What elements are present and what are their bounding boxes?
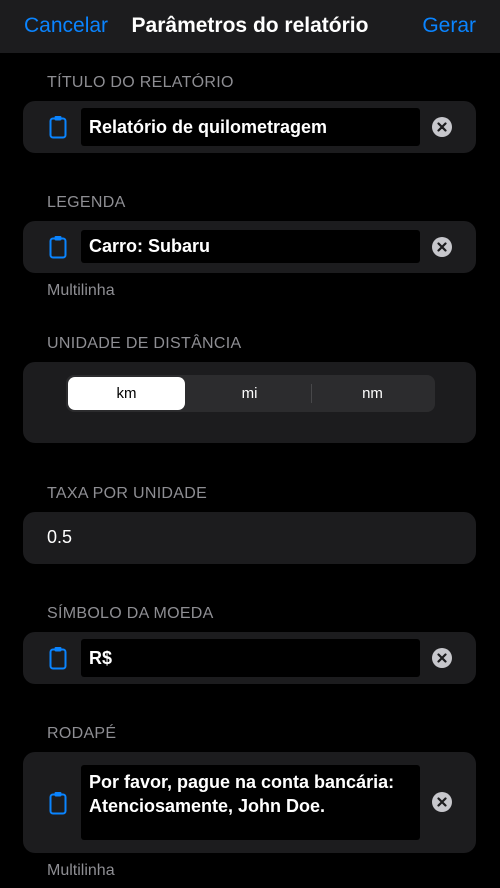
- clear-circle-icon[interactable]: [432, 648, 452, 668]
- clipboard-icon[interactable]: [49, 235, 67, 259]
- segment-mi[interactable]: mi: [191, 377, 308, 410]
- footer-multiline-note: Multilinha: [47, 862, 115, 879]
- currency-card: R$: [23, 632, 476, 684]
- report-title-field[interactable]: Relatório de quilometragem: [81, 108, 420, 146]
- distance-unit-header: UNIDADE DE DISTÂNCIA: [47, 335, 242, 352]
- clear-circle-icon[interactable]: [432, 117, 452, 137]
- navigation-bar: Cancelar Parâmetros do relatório Gerar: [0, 0, 500, 53]
- segment-km[interactable]: km: [68, 377, 185, 410]
- legend-multiline-note: Multilinha: [47, 282, 115, 299]
- footer-card: Por favor, pague na conta bancária: Aten…: [23, 752, 476, 853]
- clipboard-icon[interactable]: [49, 646, 67, 670]
- legend-field[interactable]: Carro: Subaru: [81, 230, 420, 263]
- rate-header: TAXA POR UNIDADE: [47, 485, 208, 502]
- segment-nm[interactable]: nm: [314, 377, 431, 410]
- generate-button[interactable]: Gerar: [422, 14, 476, 38]
- clipboard-icon[interactable]: [49, 115, 67, 139]
- segment-divider: [311, 384, 312, 403]
- distance-unit-card: km mi nm: [23, 362, 476, 443]
- report-parameters-screen: Cancelar Parâmetros do relatório Gerar T…: [0, 0, 500, 888]
- footer-line-1: Por favor, pague na conta bancária:: [89, 772, 395, 792]
- footer-line-2: Atenciosamente, John Doe.: [89, 796, 326, 817]
- currency-field[interactable]: R$: [81, 639, 420, 677]
- clear-circle-icon[interactable]: [432, 237, 452, 257]
- report-title-header: TÍTULO DO RELATÓRIO: [47, 74, 234, 91]
- legend-card: Carro: Subaru: [23, 221, 476, 273]
- footer-header: RODAPÉ: [47, 725, 117, 742]
- clear-circle-icon[interactable]: [432, 792, 452, 812]
- footer-field[interactable]: Por favor, pague na conta bancária: Aten…: [81, 765, 420, 840]
- rate-card[interactable]: 0.5: [23, 512, 476, 564]
- distance-unit-segmented-control: km mi nm: [66, 375, 435, 412]
- currency-header: SÍMBOLO DA MOEDA: [47, 605, 214, 622]
- legend-header: LEGENDA: [47, 194, 126, 211]
- clipboard-icon[interactable]: [49, 791, 67, 815]
- report-title-card: Relatório de quilometragem: [23, 101, 476, 153]
- rate-field[interactable]: 0.5: [47, 527, 72, 548]
